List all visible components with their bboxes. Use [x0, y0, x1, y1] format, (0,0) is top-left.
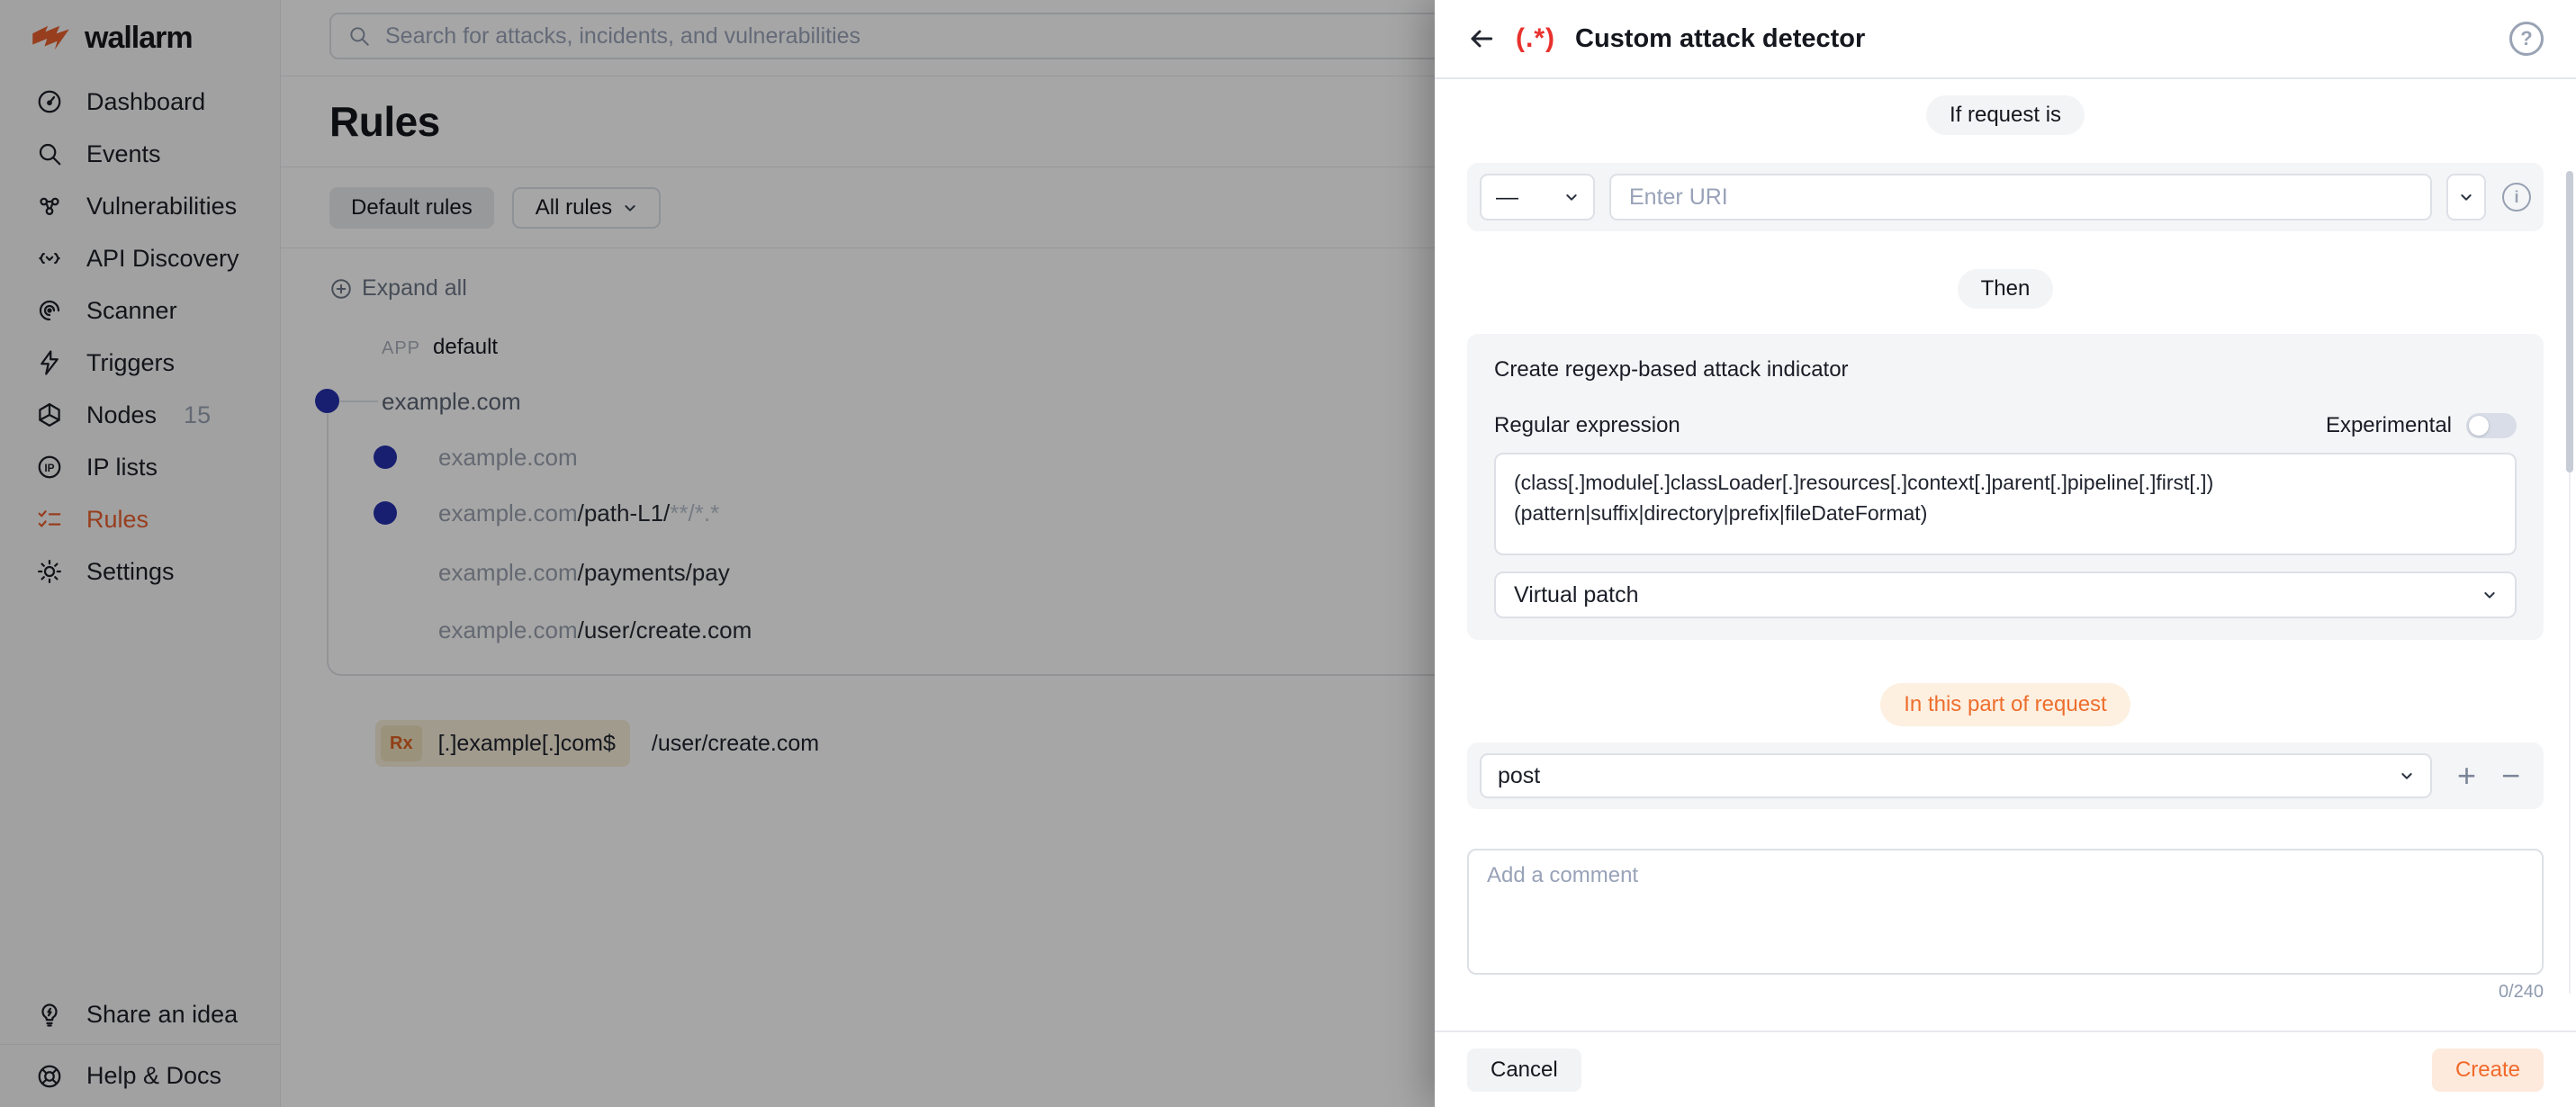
chevron-down-icon	[2400, 769, 2414, 783]
request-part-value: post	[1498, 763, 1540, 789]
condition-operator-select[interactable]: —	[1480, 174, 1595, 220]
experimental-control: Experimental	[2326, 413, 2517, 438]
regex-value-input[interactable]: (class[.]module[.]classLoader[.]resource…	[1494, 453, 2517, 555]
then-pill: Then	[1958, 269, 2054, 309]
request-part-select[interactable]: post	[1480, 753, 2432, 798]
panel-footer: Cancel Create	[1435, 1030, 2576, 1107]
plus-icon: +	[2457, 757, 2476, 794]
cancel-button[interactable]: Cancel	[1467, 1048, 1581, 1092]
uri-input[interactable]	[1609, 174, 2432, 220]
create-button[interactable]: Create	[2432, 1048, 2544, 1092]
minus-icon: −	[2501, 757, 2520, 794]
condition-row: — i	[1467, 163, 2544, 231]
help-icon[interactable]: ?	[2509, 22, 2544, 56]
regular-expression-label: Regular expression	[1494, 413, 1680, 438]
remove-part-button[interactable]: −	[2501, 760, 2520, 792]
experimental-label: Experimental	[2326, 413, 2452, 438]
operator-value: —	[1496, 184, 1518, 211]
panel-body: If request is — i Then Create regexp-bas…	[1435, 81, 2576, 1021]
custom-attack-detector-panel: (.*) Custom attack detector ? If request…	[1435, 0, 2576, 1107]
cancel-label: Cancel	[1491, 1058, 1558, 1083]
regex-label-row: Regular expression Experimental	[1494, 413, 2517, 438]
if-request-is-label: If request is	[1950, 103, 2061, 128]
in-this-part-of-request-label: In this part of request	[1904, 692, 2106, 717]
regex-rule-icon: (.*)	[1516, 23, 1555, 54]
chevron-down-icon	[1564, 190, 1579, 204]
info-glyph: i	[2514, 188, 2518, 207]
create-label: Create	[2455, 1058, 2520, 1083]
action-title: Create regexp-based attack indicator	[1494, 357, 2517, 382]
add-condition-dropdown[interactable]	[2446, 174, 2486, 220]
attack-type-value: Virtual patch	[1514, 582, 1639, 608]
info-icon[interactable]: i	[2502, 183, 2531, 212]
attack-type-select[interactable]: Virtual patch	[1494, 572, 2517, 618]
panel-header: (.*) Custom attack detector ?	[1435, 0, 2576, 79]
in-this-part-of-request-pill: In this part of request	[1880, 683, 2130, 726]
chevron-down-icon	[2459, 190, 2473, 204]
action-card: Create regexp-based attack indicator Reg…	[1467, 334, 2544, 640]
comment-input[interactable]	[1467, 849, 2544, 975]
experimental-toggle[interactable]	[2466, 413, 2517, 438]
chevron-down-icon	[2482, 588, 2497, 602]
wallarm-app: wallarm Dashboard Events Vulnerabilities	[0, 0, 2576, 1107]
panel-scrollbar-thumb[interactable]	[2566, 171, 2573, 472]
toggle-knob	[2469, 416, 2489, 436]
if-request-is-pill: If request is	[1926, 95, 2085, 135]
comment-char-counter: 0/240	[1467, 982, 2544, 1003]
panel-title: Custom attack detector	[1575, 24, 1865, 54]
then-label: Then	[1981, 276, 2031, 302]
add-part-button[interactable]: +	[2457, 760, 2476, 792]
back-arrow-icon[interactable]	[1467, 24, 1496, 53]
help-glyph: ?	[2520, 27, 2532, 50]
request-part-row: post + −	[1467, 742, 2544, 809]
